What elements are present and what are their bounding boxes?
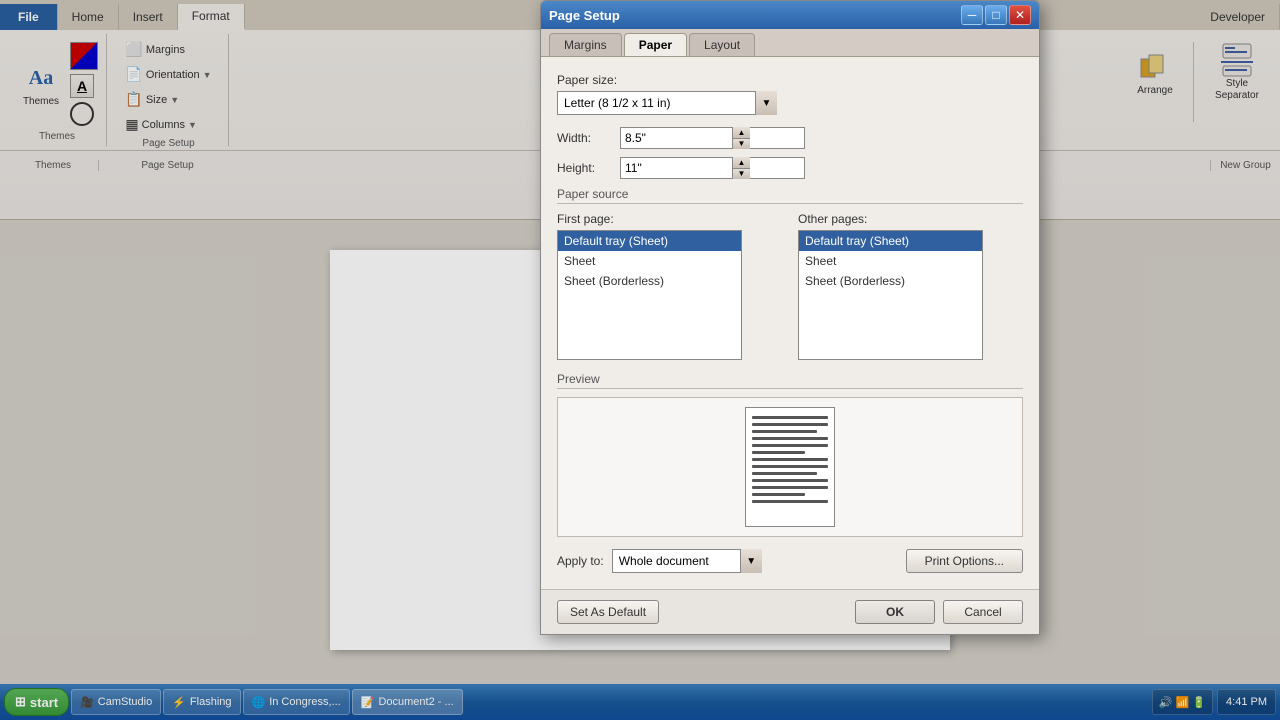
preview-line-9	[752, 472, 817, 475]
preview-line-10	[752, 479, 828, 482]
ok-cancel-group: OK Cancel	[855, 600, 1023, 624]
preview-line-7	[752, 458, 828, 461]
apply-to-row: Apply to: Whole documentThis sectionThis…	[557, 549, 1023, 573]
first-page-item-0[interactable]: Default tray (Sheet)	[558, 231, 741, 251]
height-spin-down[interactable]: ▼	[733, 169, 750, 180]
first-page-list-wrapper: Default tray (Sheet) Sheet Sheet (Border…	[557, 230, 782, 360]
dialog-tab-layout[interactable]: Layout	[689, 33, 755, 56]
dialog-footer: Set As Default OK Cancel	[541, 589, 1039, 634]
dialog-minimize-button[interactable]: ─	[961, 5, 983, 25]
preview-line-6	[752, 451, 805, 454]
dialog-controls: ─ □ ✕	[961, 5, 1031, 25]
height-row: Height: ▲ ▼	[557, 157, 1023, 179]
dialog-maximize-button[interactable]: □	[985, 5, 1007, 25]
paper-source-section: Paper source	[557, 187, 1023, 204]
width-input[interactable]	[620, 127, 805, 149]
preview-line-3	[752, 430, 817, 433]
modal-overlay: Page Setup ─ □ ✕ Margins Paper Layout Pa…	[0, 0, 1280, 720]
height-spin-up[interactable]: ▲	[733, 157, 750, 169]
width-spinner: ▲ ▼	[620, 127, 750, 149]
other-pages-item-1[interactable]: Sheet	[799, 251, 982, 271]
other-pages-col: Other pages: Default tray (Sheet) Sheet …	[798, 212, 1023, 360]
other-pages-label: Other pages:	[798, 212, 1023, 226]
dialog-title: Page Setup	[549, 8, 620, 23]
preview-line-12	[752, 493, 805, 496]
preview-line-8	[752, 465, 828, 468]
other-pages-list-wrapper: Default tray (Sheet) Sheet Sheet (Border…	[798, 230, 1023, 360]
paper-source-cols: First page: Default tray (Sheet) Sheet S…	[557, 212, 1023, 360]
first-page-item-2[interactable]: Sheet (Borderless)	[558, 271, 741, 291]
preview-line-13	[752, 500, 828, 503]
preview-line-4	[752, 437, 828, 440]
preview-line-11	[752, 486, 828, 489]
page-setup-dialog: Page Setup ─ □ ✕ Margins Paper Layout Pa…	[540, 0, 1040, 635]
preview-line-1	[752, 416, 828, 419]
other-pages-item-2[interactable]: Sheet (Borderless)	[799, 271, 982, 291]
first-page-col: First page: Default tray (Sheet) Sheet S…	[557, 212, 782, 360]
preview-box	[557, 397, 1023, 537]
ok-button[interactable]: OK	[855, 600, 935, 624]
cancel-button[interactable]: Cancel	[943, 600, 1023, 624]
preview-label: Preview	[557, 372, 1023, 389]
dialog-titlebar: Page Setup ─ □ ✕	[541, 1, 1039, 29]
first-page-label: First page:	[557, 212, 782, 226]
height-input[interactable]	[620, 157, 805, 179]
dialog-close-button[interactable]: ✕	[1009, 5, 1031, 25]
width-spin-up[interactable]: ▲	[733, 127, 750, 139]
preview-page	[745, 407, 835, 527]
dialog-tab-bar: Margins Paper Layout	[541, 29, 1039, 57]
height-spin-buttons: ▲ ▼	[732, 157, 750, 179]
set-as-default-button[interactable]: Set As Default	[557, 600, 659, 624]
first-page-item-1[interactable]: Sheet	[558, 251, 741, 271]
paper-size-group: Paper size: Letter (8 1/2 x 11 in) ▼	[557, 73, 1023, 115]
preview-line-2	[752, 423, 828, 426]
height-spinner: ▲ ▼	[620, 157, 750, 179]
height-label: Height:	[557, 161, 612, 175]
width-row: Width: ▲ ▼	[557, 127, 1023, 149]
apply-to-label: Apply to:	[557, 554, 604, 568]
width-label: Width:	[557, 131, 612, 145]
width-spin-buttons: ▲ ▼	[732, 127, 750, 149]
width-spin-down[interactable]: ▼	[733, 139, 750, 150]
print-options-button[interactable]: Print Options...	[906, 549, 1023, 573]
first-page-list[interactable]: Default tray (Sheet) Sheet Sheet (Border…	[557, 230, 742, 360]
paper-size-select[interactable]: Letter (8 1/2 x 11 in)	[557, 91, 777, 115]
paper-size-select-wrapper: Letter (8 1/2 x 11 in) ▼	[557, 91, 777, 115]
dialog-tab-paper[interactable]: Paper	[624, 33, 687, 56]
apply-to-select-wrapper: Whole documentThis sectionThis point for…	[612, 549, 762, 573]
dialog-body: Paper size: Letter (8 1/2 x 11 in) ▼ Wid…	[541, 57, 1039, 589]
dialog-tab-margins[interactable]: Margins	[549, 33, 622, 56]
preview-line-5	[752, 444, 828, 447]
other-pages-list[interactable]: Default tray (Sheet) Sheet Sheet (Border…	[798, 230, 983, 360]
other-pages-item-0[interactable]: Default tray (Sheet)	[799, 231, 982, 251]
paper-size-label: Paper size:	[557, 73, 1023, 87]
preview-section: Preview	[557, 372, 1023, 537]
apply-to-select[interactable]: Whole documentThis sectionThis point for…	[612, 549, 762, 573]
